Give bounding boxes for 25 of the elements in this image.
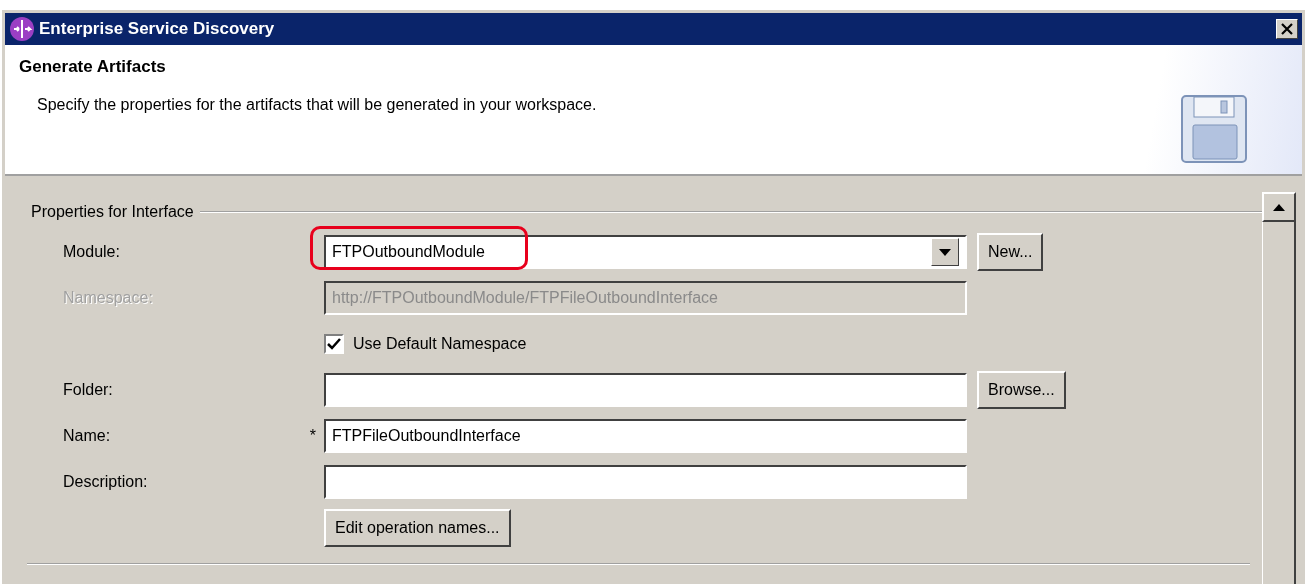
field-label: Folder: — [62, 380, 114, 400]
close-icon — [1280, 23, 1294, 35]
text-field[interactable] — [324, 465, 967, 499]
side-button[interactable]: New... — [977, 233, 1044, 271]
page-description: Specify the properties for the artifacts that will be generated in your workspace. — [37, 94, 598, 115]
app-icon — [9, 16, 35, 42]
group-title: Properties for Interface — [31, 202, 194, 222]
up-triangle-icon — [1273, 203, 1285, 211]
field-label: Module: — [62, 242, 121, 262]
field-label: Name: — [62, 426, 112, 446]
window-title: Enterprise Service Discovery — [39, 18, 275, 41]
close-button[interactable] — [1276, 19, 1298, 39]
side-button[interactable]: Browse... — [977, 371, 1066, 409]
checkbox[interactable] — [324, 334, 344, 354]
text-field[interactable] — [324, 373, 967, 407]
down-triangle-icon — [939, 248, 951, 256]
text-field[interactable]: FTPFileOutboundInterface — [324, 419, 967, 453]
edit-operation-names-button[interactable]: Edit operation names... — [324, 509, 511, 547]
scroll-up-button[interactable] — [1262, 192, 1296, 222]
page-title: Generate Artifacts — [19, 56, 167, 78]
required-marker: * — [308, 426, 317, 446]
text-field: http://FTPOutboundModule/FTPFileOutboundInterface — [324, 281, 967, 315]
field-label: Description: — [62, 472, 149, 492]
checkbox-label: Use Default Namespace — [353, 334, 527, 354]
module-dropdown[interactable]: FTPOutboundModule — [324, 235, 967, 269]
